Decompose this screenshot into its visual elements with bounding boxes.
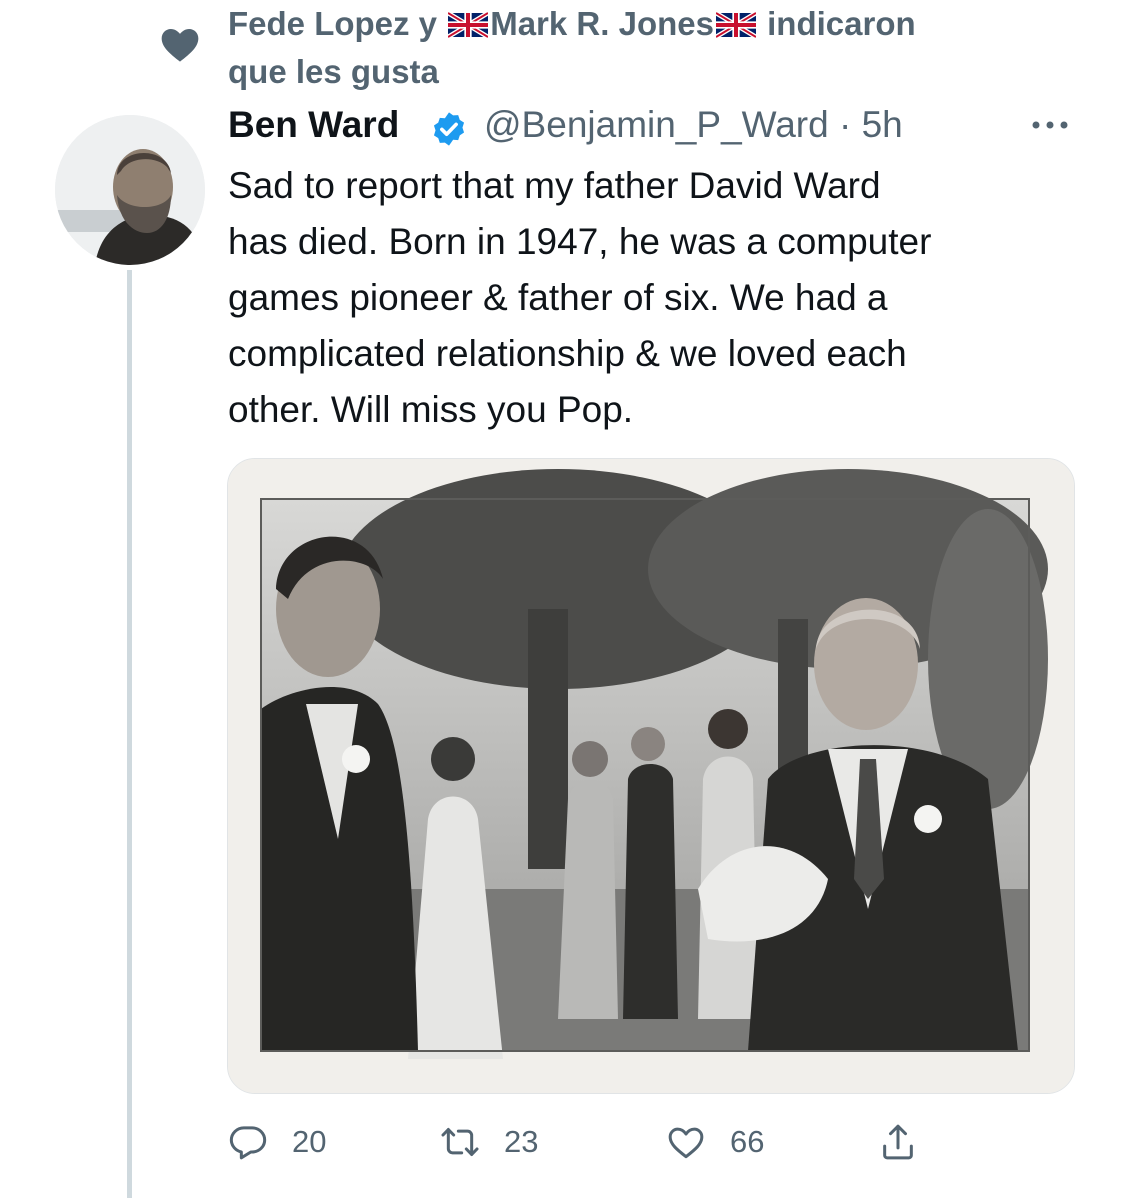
author-handle-line: @Benjamin_P_Ward · 5h (484, 104, 903, 146)
author-name[interactable]: Ben Ward (228, 104, 399, 146)
retweet-count: 23 (504, 1124, 539, 1159)
liked-suffix-line2: que les gusta (228, 53, 439, 90)
thread-line (127, 270, 132, 1198)
retweet-button[interactable]: 23 (440, 1110, 538, 1174)
heart-icon (161, 28, 199, 62)
tweet-header: Ben Ward @Benjamin_P_Ward · 5h (228, 100, 1108, 156)
share-button[interactable] (878, 1110, 918, 1174)
reply-button[interactable]: 20 (228, 1110, 326, 1174)
avatar[interactable] (55, 115, 205, 265)
social-context-text[interactable]: Fede Lopez y Mark R. Jones indicaron que… (228, 0, 1088, 96)
tweet-text: Sad to report that my father David Ward … (228, 165, 932, 430)
verified-badge-icon (433, 112, 465, 146)
retweet-icon (441, 1128, 479, 1156)
separator: · (838, 104, 852, 145)
reply-icon (229, 1126, 267, 1160)
share-icon (883, 1124, 913, 1160)
liked-suffix: indicaron (757, 5, 916, 42)
tweet-time[interactable]: 5h (862, 104, 903, 145)
uk-flag-icon (715, 12, 756, 38)
like-count: 66 (730, 1124, 765, 1159)
liker-name-1[interactable]: Fede Lopez y (228, 5, 446, 42)
social-context: Fede Lopez y Mark R. Jones indicaron que… (0, 0, 1128, 100)
more-icon[interactable] (1028, 110, 1072, 140)
tweet-photo[interactable] (227, 458, 1075, 1094)
reply-count: 20 (292, 1124, 327, 1159)
tweet-actions: 20 23 66 (228, 1110, 1108, 1174)
liker-name-2[interactable]: Mark R. Jones (490, 5, 714, 42)
like-icon (668, 1127, 704, 1159)
uk-flag-icon (448, 12, 489, 38)
like-button[interactable]: 66 (666, 1110, 764, 1174)
author-handle[interactable]: @Benjamin_P_Ward (484, 104, 829, 145)
